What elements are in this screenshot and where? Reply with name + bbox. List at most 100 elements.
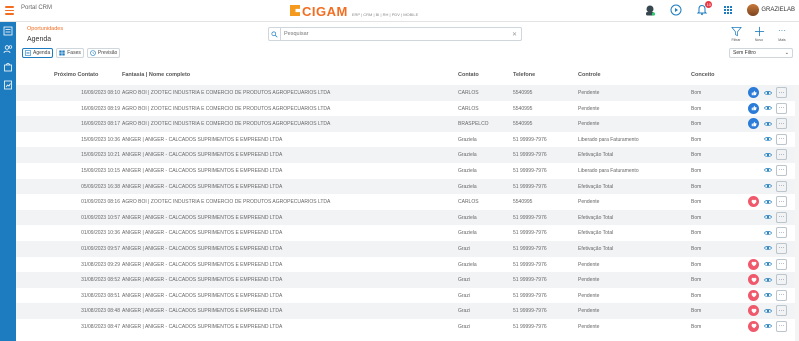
table-row[interactable]: 01/09/2023 10:36 ANIGER | ANIGER - CALCAD… bbox=[16, 225, 799, 241]
search-input[interactable] bbox=[281, 31, 512, 37]
row-phone: 51 99999-7976 bbox=[513, 245, 547, 252]
tab-agenda[interactable]: Agenda bbox=[22, 48, 54, 58]
row-concept: Bom bbox=[691, 245, 702, 252]
more-options-button[interactable]: ··· bbox=[776, 196, 787, 208]
more-options-button[interactable]: ··· bbox=[776, 289, 787, 301]
menu-icon[interactable] bbox=[5, 6, 14, 15]
username[interactable]: GRAZIELAB bbox=[761, 7, 795, 13]
new-button[interactable]: Novo bbox=[748, 25, 770, 42]
more-options-button[interactable]: ··· bbox=[776, 87, 787, 98]
col-control[interactable]: Controle bbox=[578, 72, 601, 78]
thumbs-up-icon[interactable] bbox=[748, 118, 759, 130]
row-contact: Graziela bbox=[458, 152, 477, 159]
row-phone: 51 99999-7976 bbox=[513, 292, 547, 299]
eye-icon[interactable] bbox=[762, 290, 773, 301]
table-row[interactable]: 16/09/2023 08:19 AGRO BOI | ZOOTEC INDUST… bbox=[16, 101, 799, 117]
more-options-button[interactable]: ··· bbox=[776, 180, 787, 192]
rating-placeholder bbox=[748, 149, 759, 160]
eye-icon[interactable] bbox=[762, 212, 773, 223]
row-control: Pendente bbox=[578, 261, 600, 268]
heart-icon[interactable] bbox=[748, 305, 759, 317]
eye-icon[interactable] bbox=[762, 243, 773, 254]
breadcrumb-parent[interactable]: Oportunidades bbox=[27, 26, 63, 32]
thumbs-up-icon[interactable] bbox=[748, 102, 759, 114]
more-options-button[interactable]: ··· bbox=[776, 242, 787, 254]
col-name[interactable]: Fantasia | Nome completo bbox=[122, 72, 190, 78]
tab-previsao[interactable]: Previsão bbox=[86, 48, 121, 58]
more-options-button[interactable]: ··· bbox=[776, 258, 787, 270]
row-concept: Bom bbox=[691, 308, 702, 315]
more-button[interactable]: ··· Mais bbox=[771, 25, 793, 43]
sidebar-item-contacts[interactable] bbox=[0, 40, 16, 58]
col-contact[interactable]: Contato bbox=[458, 72, 479, 78]
table-row[interactable]: 16/09/2023 08:10 AGRO BOI | ZOOTEC INDUST… bbox=[16, 85, 799, 101]
heart-icon[interactable] bbox=[748, 289, 759, 301]
sidebar-item-products[interactable] bbox=[0, 58, 16, 76]
more-options-button[interactable]: ··· bbox=[776, 305, 787, 317]
filter-select[interactable]: Sem Filtro ⌄ bbox=[729, 48, 793, 58]
support-agent-icon[interactable] bbox=[643, 3, 657, 17]
heart-icon[interactable] bbox=[748, 196, 759, 208]
sidebar-item-agenda[interactable] bbox=[0, 22, 16, 40]
thumbs-up-icon[interactable] bbox=[748, 87, 759, 98]
eye-icon[interactable] bbox=[762, 274, 773, 285]
notifications-icon[interactable]: 10 bbox=[695, 1, 713, 17]
heart-icon[interactable] bbox=[748, 274, 759, 286]
table-row[interactable]: 31/08/2023 08:48 ANIGER | ANIGER - CALCAD… bbox=[16, 303, 799, 319]
eye-icon[interactable] bbox=[762, 259, 773, 270]
table-row[interactable]: 01/09/2023 10:57 ANIGER | ANIGER - CALCAD… bbox=[16, 209, 799, 226]
row-phone: 51 99999-7976 bbox=[513, 136, 547, 143]
brand-tagline: ERP | CRM | BI | RH | PDV | MOBILE bbox=[351, 12, 419, 17]
eye-icon[interactable] bbox=[762, 196, 773, 207]
scrollbar[interactable] bbox=[795, 86, 799, 341]
eye-icon[interactable] bbox=[762, 134, 773, 145]
table-row[interactable]: 01/09/2023 08:16 AGRO BOI | ZOOTEC INDUST… bbox=[16, 194, 799, 210]
avatar[interactable] bbox=[747, 4, 760, 16]
eye-icon[interactable] bbox=[762, 118, 773, 129]
chevron-down-icon: ⌄ bbox=[784, 50, 789, 56]
eye-icon[interactable] bbox=[762, 227, 773, 238]
eye-icon[interactable] bbox=[762, 87, 773, 98]
filter-button[interactable]: Filtrar bbox=[725, 25, 747, 42]
play-icon[interactable] bbox=[669, 3, 683, 17]
col-concept[interactable]: Conceito bbox=[691, 72, 715, 78]
table-row[interactable]: 16/09/2023 08:17 AGRO BOI | ZOOTEC INDUST… bbox=[16, 116, 799, 132]
search-icon[interactable] bbox=[269, 28, 281, 40]
apps-grid-icon[interactable] bbox=[721, 3, 735, 17]
col-next-contact[interactable]: Próximo Contato bbox=[54, 72, 98, 78]
eye-icon[interactable] bbox=[762, 149, 773, 160]
eye-icon[interactable] bbox=[762, 165, 773, 176]
sidebar bbox=[0, 22, 16, 341]
more-options-button[interactable]: ··· bbox=[776, 149, 787, 161]
col-phone[interactable]: Telefone bbox=[513, 72, 535, 78]
table-row[interactable]: 31/08/2023 08:47 ANIGER | ANIGER - CALCAD… bbox=[16, 319, 799, 335]
filter-icon bbox=[730, 26, 742, 36]
more-options-button[interactable]: ··· bbox=[776, 320, 787, 332]
table-row[interactable]: 15/09/2023 10:21 ANIGER | ANIGER - CALCAD… bbox=[16, 147, 799, 163]
more-options-button[interactable]: ··· bbox=[776, 164, 787, 176]
sidebar-item-reports[interactable] bbox=[0, 76, 16, 94]
table-row[interactable]: 15/09/2023 10:15 ANIGER | ANIGER - CALCAD… bbox=[16, 163, 799, 179]
table-row[interactable]: 05/09/2023 16:38 ANIGER | ANIGER - CALCAD… bbox=[16, 178, 799, 195]
plus-icon bbox=[754, 26, 764, 36]
table-row[interactable]: 31/08/2023 08:51 ANIGER | ANIGER - CALCAD… bbox=[16, 288, 799, 304]
more-options-button[interactable]: ··· bbox=[776, 102, 787, 114]
more-options-button[interactable]: ··· bbox=[776, 118, 787, 130]
more-options-button[interactable]: ··· bbox=[776, 274, 787, 286]
table-row[interactable]: 31/08/2023 09:29 ANIGER | ANIGER - CALCAD… bbox=[16, 257, 799, 273]
eye-icon[interactable] bbox=[762, 305, 773, 316]
more-options-button[interactable]: ··· bbox=[776, 133, 787, 145]
more-options-button[interactable]: ··· bbox=[776, 211, 787, 223]
eye-icon[interactable] bbox=[762, 181, 773, 192]
clear-icon[interactable]: ✕ bbox=[512, 31, 517, 38]
heart-icon[interactable] bbox=[748, 320, 759, 332]
eye-icon[interactable] bbox=[762, 103, 773, 114]
table-row[interactable]: 15/09/2023 10:36 ANIGER | ANIGER - CALCAD… bbox=[16, 132, 799, 148]
tab-fases[interactable]: Fases bbox=[56, 48, 84, 58]
row-actions: ··· bbox=[748, 196, 787, 208]
table-row[interactable]: 31/08/2023 08:52 ANIGER | ANIGER - CALCAD… bbox=[16, 272, 799, 288]
table-row[interactable]: 01/09/2023 09:57 ANIGER | ANIGER - CALCAD… bbox=[16, 240, 799, 257]
eye-icon[interactable] bbox=[762, 321, 773, 332]
heart-icon[interactable] bbox=[748, 258, 759, 270]
more-options-button[interactable]: ··· bbox=[776, 227, 787, 239]
